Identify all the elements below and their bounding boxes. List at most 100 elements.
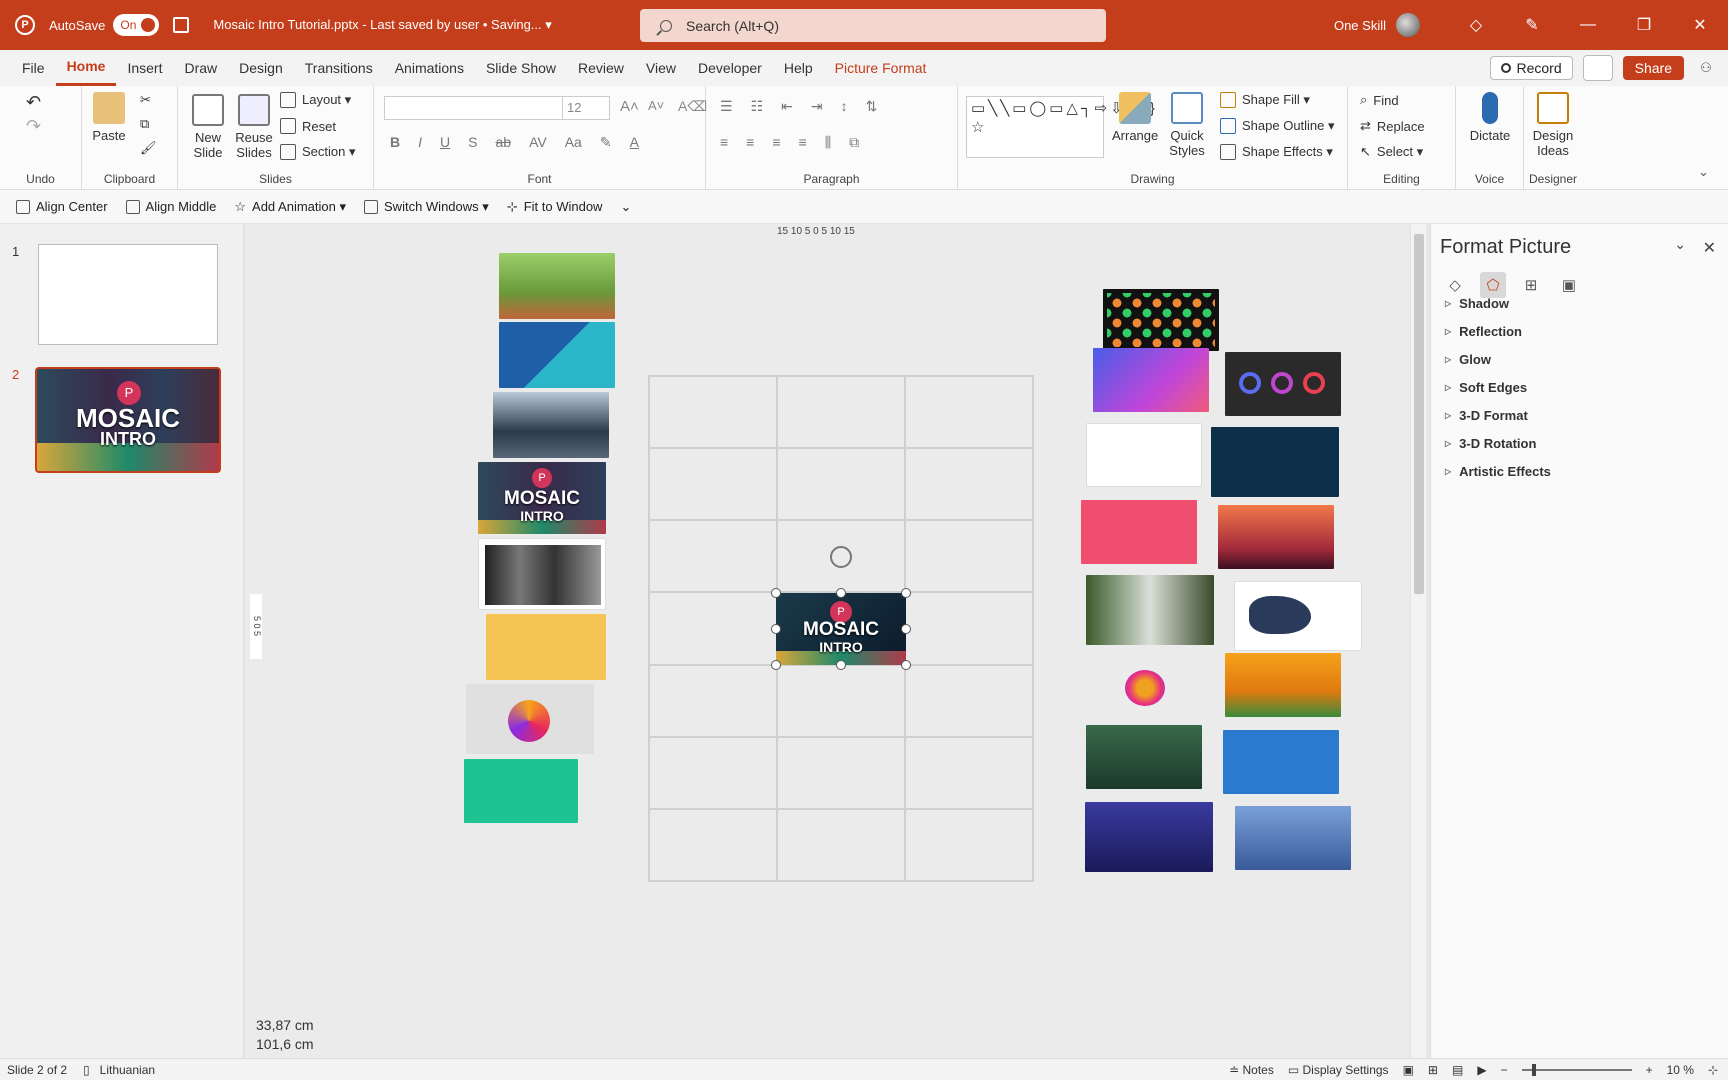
image-popup-book[interactable] [1225,653,1341,717]
tab-design[interactable]: Design [228,50,294,86]
design-ideas-button[interactable]: Design Ideas [1528,92,1578,158]
image-our-values-slide[interactable] [1211,427,1339,497]
tab-transitions[interactable]: Transitions [294,50,384,86]
tab-view[interactable]: View [635,50,687,86]
shape-fill-button[interactable]: Shape Fill ▾ [1220,92,1310,108]
font-size-input[interactable]: 12 [562,96,610,120]
section-soft-edges[interactable]: ▷ Soft Edges [1445,380,1527,395]
shape-effects-button[interactable]: Shape Effects ▾ [1220,144,1333,160]
align-center-button[interactable]: Align Center [16,199,108,214]
image-brush-stroke-slide[interactable] [1234,581,1362,651]
maximize-button[interactable]: ❐ [1616,15,1672,35]
decrease-indent-icon[interactable]: ⇤ [781,98,793,115]
highlight-icon[interactable]: ✎ [600,134,612,151]
section-shadow[interactable]: ▷ Shadow [1445,296,1509,311]
reading-view-icon[interactable]: ▤ [1452,1063,1463,1077]
accessibility-icon[interactable]: ▯ [83,1063,90,1077]
image-waterfall[interactable] [1086,575,1214,645]
reuse-slides-button[interactable]: Reuse Slides [232,94,276,160]
increase-indent-icon[interactable]: ⇥ [811,98,823,115]
zoom-in-icon[interactable]: + [1646,1063,1653,1077]
slide-thumbnail-2[interactable]: P MOSAIC INTRO [35,367,221,473]
image-game-scene[interactable] [499,253,615,319]
align-middle-button[interactable]: Align Middle [125,199,216,214]
slide-sorter-icon[interactable]: ⊞ [1428,1063,1438,1077]
normal-view-icon[interactable]: ▣ [1403,1063,1414,1077]
image-business-idea-slide[interactable] [1081,500,1197,564]
customize-toolbar-icon[interactable]: ⌄ [620,199,631,215]
minimize-button[interactable]: — [1560,16,1616,34]
picture-icon[interactable]: ▣ [1556,272,1582,298]
size-properties-icon[interactable]: ⊞ [1518,272,1544,298]
align-right-icon[interactable]: ≡ [772,134,780,151]
font-color-icon[interactable]: A [630,134,639,151]
tab-insert[interactable]: Insert [116,50,173,86]
quick-styles-button[interactable]: Quick Styles [1164,92,1210,158]
tab-developer[interactable]: Developer [687,50,773,86]
vertical-scrollbar[interactable] [1410,224,1426,1060]
arrange-button[interactable]: Arrange [1112,92,1158,143]
zoom-slider[interactable] [1521,1064,1632,1076]
zoom-level[interactable]: 10 % [1667,1063,1694,1077]
fit-to-window-button[interactable]: ⊹ Fit to Window [507,199,603,215]
pane-options-icon[interactable]: ⌄ [1674,236,1686,253]
resize-handle-s[interactable] [836,660,846,670]
effects-icon[interactable]: ⬠ [1480,272,1506,298]
tab-file[interactable]: File [11,50,56,86]
shadow-button[interactable]: S [468,134,477,151]
image-audiobooks-slide[interactable] [1086,423,1202,487]
rotate-handle[interactable] [830,546,852,568]
bold-button[interactable]: B [390,134,400,151]
align-left-icon[interactable]: ≡ [720,134,728,151]
share-button[interactable]: Share [1622,56,1684,80]
zoom-out-icon[interactable]: − [1501,1063,1508,1077]
clear-format-icon[interactable]: A⌫ [678,98,707,115]
columns-icon[interactable]: ⫼ [825,134,831,151]
copy-icon[interactable]: ⧉ [140,116,149,132]
tab-slide-show[interactable]: Slide Show [475,50,567,86]
image-slide-zoom[interactable] [1086,725,1202,789]
slide-canvas[interactable]: 15 10 5 0 5 10 15 5 0 5 P MOSAIC INTRO P… [245,224,1426,1060]
font-name-input[interactable] [384,96,564,120]
display-settings-button[interactable]: ▭ Display Settings [1288,1063,1389,1077]
resize-handle-w[interactable] [771,624,781,634]
search-box[interactable]: Search (Alt+Q) [640,9,1106,42]
image-forest-sunset[interactable] [1218,505,1334,569]
scrollbar-thumb[interactable] [1414,234,1424,594]
tab-review[interactable]: Review [567,50,635,86]
text-direction-icon[interactable]: ⇅ [866,98,878,115]
align-center-icon[interactable]: ≡ [746,134,754,151]
char-spacing-button[interactable]: AV [529,134,547,151]
italic-button[interactable]: I [418,134,422,151]
selected-picture[interactable]: P MOSAIC INTRO [776,593,906,665]
change-case-button[interactable]: Aa [565,134,582,151]
image-gears-target[interactable] [499,322,615,388]
fit-slide-icon[interactable]: ⊹ [1708,1063,1718,1077]
language-label[interactable]: Lithuanian [100,1063,155,1077]
image-space-shuttle-slide[interactable] [1223,730,1339,794]
resize-handle-nw[interactable] [771,588,781,598]
coauthor-icon[interactable]: ⚇ [1694,60,1718,76]
image-hexagon-slide[interactable] [466,684,594,754]
smartart-icon[interactable]: ⧉ [849,134,859,151]
image-mosaic-intro[interactable]: P MOSAIC INTRO [478,462,606,534]
image-market-slide[interactable] [486,614,606,680]
autosave-toggle[interactable]: On [113,14,160,36]
resize-handle-n[interactable] [836,588,846,598]
cut-icon[interactable]: ✂ [140,92,151,108]
tab-animations[interactable]: Animations [384,50,475,86]
tab-picture-format[interactable]: Picture Format [824,50,938,86]
image-mountain[interactable] [493,392,609,458]
resize-handle-e[interactable] [901,624,911,634]
image-color-balls[interactable] [1103,289,1219,351]
add-animation-button[interactable]: ☆ Add Animation ▾ [234,199,346,215]
tab-draw[interactable]: Draw [173,50,228,86]
shape-outline-button[interactable]: Shape Outline ▾ [1220,118,1335,134]
close-button[interactable]: ✕ [1672,15,1728,35]
strikethrough-button[interactable]: ab [495,134,511,151]
numbering-icon[interactable]: ☷ [751,98,764,115]
image-misty-mountains[interactable] [1235,806,1351,870]
find-button[interactable]: ⌕ Find [1360,92,1399,108]
pen-icon[interactable]: ✎ [1504,15,1560,35]
undo-icon[interactable]: ↶ [26,92,41,113]
